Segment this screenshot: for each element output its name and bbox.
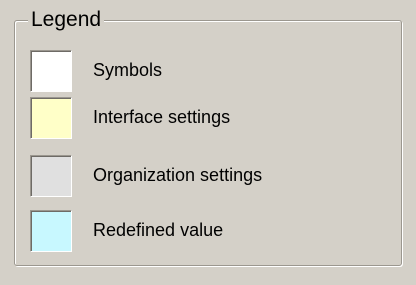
legend-swatch-organization-settings bbox=[30, 155, 72, 197]
legend-item-symbols: Symbols bbox=[30, 50, 390, 94]
legend-item-organization-settings: Organization settings bbox=[30, 155, 390, 199]
legend-title: Legend bbox=[28, 8, 105, 32]
legend-swatch-symbols bbox=[30, 50, 72, 92]
legend-item-redefined-value: Redefined value bbox=[30, 210, 390, 254]
legend-swatch-redefined-value bbox=[30, 210, 72, 252]
legend-label-redefined-value: Redefined value bbox=[93, 220, 224, 240]
legend-item-interface-settings: Interface settings bbox=[30, 97, 390, 141]
legend-swatch-interface-settings bbox=[30, 97, 72, 139]
legend-label-organization-settings: Organization settings bbox=[93, 165, 263, 185]
legend-label-interface-settings: Interface settings bbox=[93, 107, 231, 127]
legend-label-symbols: Symbols bbox=[93, 60, 163, 80]
